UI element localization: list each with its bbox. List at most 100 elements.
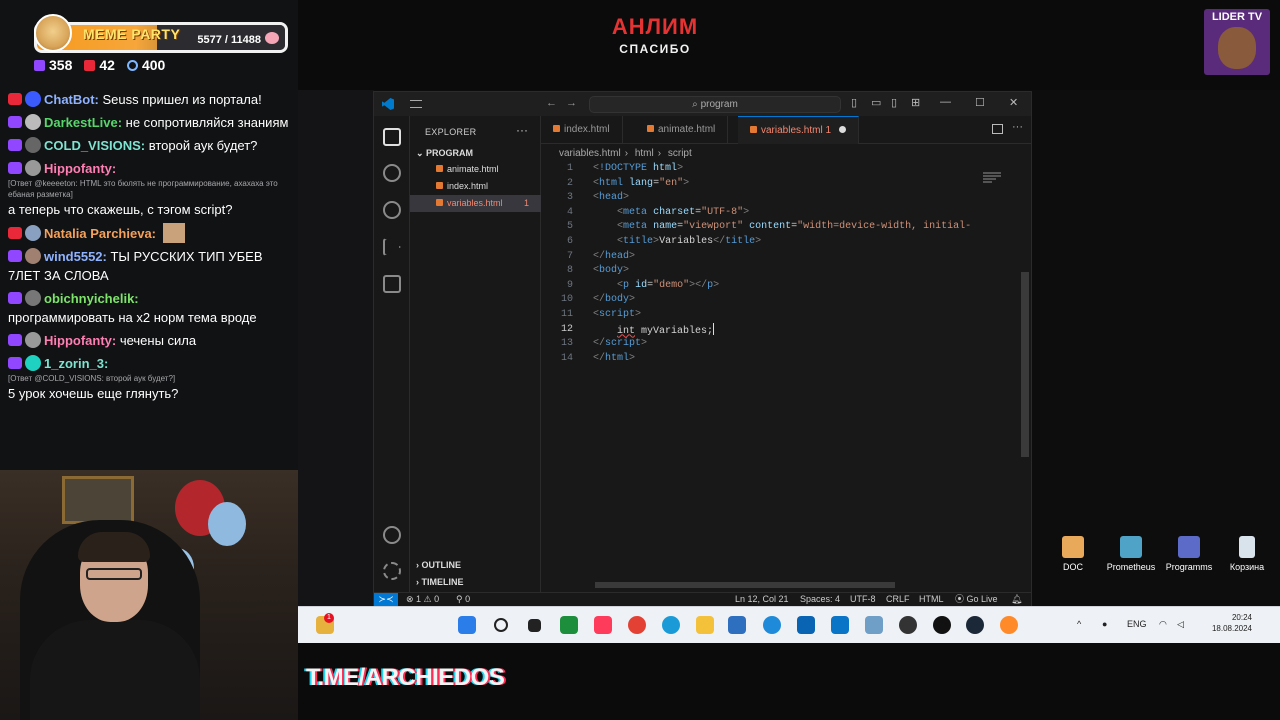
avatar bbox=[25, 290, 41, 306]
tab-variables-html[interactable]: variables.html 1 bbox=[738, 116, 860, 144]
code-line: 5 <meta name="viewport" content="width=d… bbox=[566, 221, 972, 233]
explorer-sidebar: EXPLORER ··· ⌄ PROGRAM animate.html inde… bbox=[410, 116, 541, 594]
minimap[interactable] bbox=[983, 172, 1001, 192]
excel-icon[interactable] bbox=[560, 616, 578, 634]
desktop-icon-programms[interactable]: Programms bbox=[1157, 536, 1221, 572]
volume-icon[interactable]: ◁ bbox=[1177, 619, 1184, 630]
outline-section[interactable]: › OUTLINE bbox=[416, 560, 461, 570]
tab-animate-html[interactable]: animate.html bbox=[635, 116, 729, 144]
code-line: 13 </script> bbox=[560, 338, 648, 350]
folder-program[interactable]: ⌄ PROGRAM bbox=[416, 148, 473, 159]
problems-indicator[interactable]: ⊗ 1 ⚠ 0 bbox=[406, 593, 439, 606]
chevron-up-icon[interactable]: ^ bbox=[1077, 619, 1081, 629]
tiktok-icon[interactable] bbox=[933, 616, 951, 634]
stat-twitch: 358 bbox=[49, 57, 73, 73]
ports-indicator[interactable]: ⚲ 0 bbox=[456, 593, 470, 606]
pig-icon bbox=[265, 32, 279, 44]
code-line: 3 <head> bbox=[566, 192, 630, 204]
chat-text: не сопротивляйся знаниям bbox=[122, 115, 289, 130]
extensions-icon[interactable] bbox=[383, 275, 401, 293]
live-badge-icon bbox=[8, 93, 22, 105]
search-icon[interactable] bbox=[383, 164, 401, 182]
balloon bbox=[208, 502, 246, 546]
maximize-button[interactable]: ☐ bbox=[975, 96, 985, 109]
wifi-icon[interactable]: ◠ bbox=[1159, 619, 1167, 630]
app-icon[interactable] bbox=[1000, 616, 1018, 634]
encoding[interactable]: UTF-8 bbox=[850, 593, 876, 606]
twitch-badge-icon bbox=[8, 250, 22, 262]
more-actions-icon[interactable]: ··· bbox=[516, 123, 528, 137]
search-icon[interactable] bbox=[494, 618, 508, 632]
cursor-position[interactable]: Ln 12, Col 21 bbox=[735, 593, 789, 606]
more-actions-icon[interactable]: ··· bbox=[1012, 121, 1023, 133]
file-explorer-icon[interactable] bbox=[696, 616, 714, 634]
minimize-button[interactable]: — bbox=[940, 96, 951, 108]
desktop-shadow bbox=[298, 90, 374, 606]
folder-label: PROGRAM bbox=[426, 148, 474, 158]
back-arrow-icon[interactable]: ← bbox=[546, 97, 557, 109]
chrome-icon[interactable] bbox=[628, 616, 646, 634]
unsaved-dot-icon[interactable] bbox=[839, 126, 847, 133]
vscode-taskbar-icon[interactable] bbox=[831, 616, 849, 634]
clock-date: 18.08.2024 bbox=[1211, 624, 1252, 633]
go-live-button[interactable]: ⦿ Go Live bbox=[955, 593, 998, 606]
account-icon[interactable] bbox=[383, 526, 401, 544]
vertical-scrollbar[interactable] bbox=[1021, 272, 1029, 457]
edge-icon[interactable] bbox=[662, 616, 680, 634]
desktop-icon-label: DOC bbox=[1063, 562, 1083, 572]
file-label: index.html bbox=[447, 181, 489, 191]
start-icon[interactable] bbox=[458, 616, 476, 634]
customize-layout-icon[interactable]: ⊞ bbox=[911, 96, 920, 109]
steam-icon[interactable] bbox=[966, 616, 984, 634]
lider-tv-label: LIDER TV bbox=[1211, 11, 1263, 23]
outlook-icon[interactable] bbox=[797, 616, 815, 634]
code-editor[interactable]: 1 <!DOCTYPE html> 2 <html lang="en"> 3 <hea… bbox=[541, 162, 1019, 582]
language-mode[interactable]: HTML bbox=[919, 593, 944, 606]
split-editor-icon[interactable] bbox=[992, 124, 1003, 134]
microphone-icon[interactable]: ● bbox=[1102, 619, 1107, 629]
file-index-html[interactable]: index.html bbox=[410, 178, 541, 195]
line-ending[interactable]: CRLF bbox=[886, 593, 910, 606]
command-center-search[interactable]: ⌕ program bbox=[589, 96, 841, 113]
explorer-icon[interactable] bbox=[383, 128, 401, 146]
breadcrumb-item[interactable]: variables.html bbox=[559, 148, 621, 159]
indentation[interactable]: Spaces: 4 bbox=[800, 593, 840, 606]
obs-icon[interactable] bbox=[899, 616, 917, 634]
taskbar-clock[interactable]: 20:24 18.08.2024 bbox=[1200, 612, 1252, 634]
forward-arrow-icon[interactable]: → bbox=[566, 97, 577, 109]
viewer-stats: 358 42 400 bbox=[34, 56, 165, 74]
desktop-icon-doc[interactable]: DOC bbox=[1041, 536, 1105, 572]
remote-indicator-icon[interactable]: ≻≺ bbox=[374, 593, 398, 607]
desktop-icon-recycle-bin[interactable]: Корзина bbox=[1215, 536, 1279, 572]
toggle-secondary-icon[interactable]: ▯ bbox=[891, 96, 897, 109]
stream-subtitle: СПАСИБО bbox=[619, 42, 691, 56]
timeline-section[interactable]: › TIMELINE bbox=[416, 577, 464, 587]
desktop-icon-prometheus[interactable]: Prometheus bbox=[1099, 536, 1163, 572]
menu-icon[interactable] bbox=[410, 100, 422, 108]
toggle-panel-icon[interactable]: ▭ bbox=[871, 96, 881, 109]
breadcrumb-item[interactable]: script bbox=[668, 148, 692, 159]
file-variables-html[interactable]: variables.html 1 bbox=[410, 195, 541, 212]
store-icon[interactable] bbox=[728, 616, 746, 634]
toggle-sidebar-icon[interactable]: ▯ bbox=[851, 96, 857, 109]
breadcrumb-item[interactable]: html bbox=[635, 148, 654, 159]
vscode-logo-icon bbox=[382, 98, 394, 110]
lider-avatar bbox=[1218, 27, 1256, 69]
chat-reply-context: [Ответ @keeeeton: HTML это бюлять не про… bbox=[8, 179, 278, 199]
run-debug-icon[interactable] bbox=[383, 238, 401, 256]
chat-username: DarkestLive: bbox=[44, 115, 123, 130]
language-indicator[interactable]: ENG bbox=[1127, 619, 1147, 629]
telegram-icon[interactable] bbox=[763, 616, 781, 634]
chat-username: COLD_VISIONS: bbox=[44, 138, 146, 153]
html-file-icon bbox=[436, 199, 443, 206]
source-control-icon[interactable] bbox=[383, 201, 401, 219]
app-icon[interactable] bbox=[594, 616, 612, 634]
gear-icon[interactable] bbox=[383, 562, 401, 580]
bell-icon[interactable]: 🔔︎ bbox=[1011, 593, 1022, 606]
close-button[interactable]: ✕ bbox=[1009, 96, 1018, 109]
task-view-icon[interactable] bbox=[528, 619, 541, 632]
app-icon[interactable] bbox=[865, 616, 883, 634]
file-animate-html[interactable]: animate.html bbox=[410, 161, 541, 178]
tab-index-html[interactable]: index.html bbox=[541, 116, 623, 144]
horizontal-scrollbar[interactable] bbox=[595, 582, 895, 588]
